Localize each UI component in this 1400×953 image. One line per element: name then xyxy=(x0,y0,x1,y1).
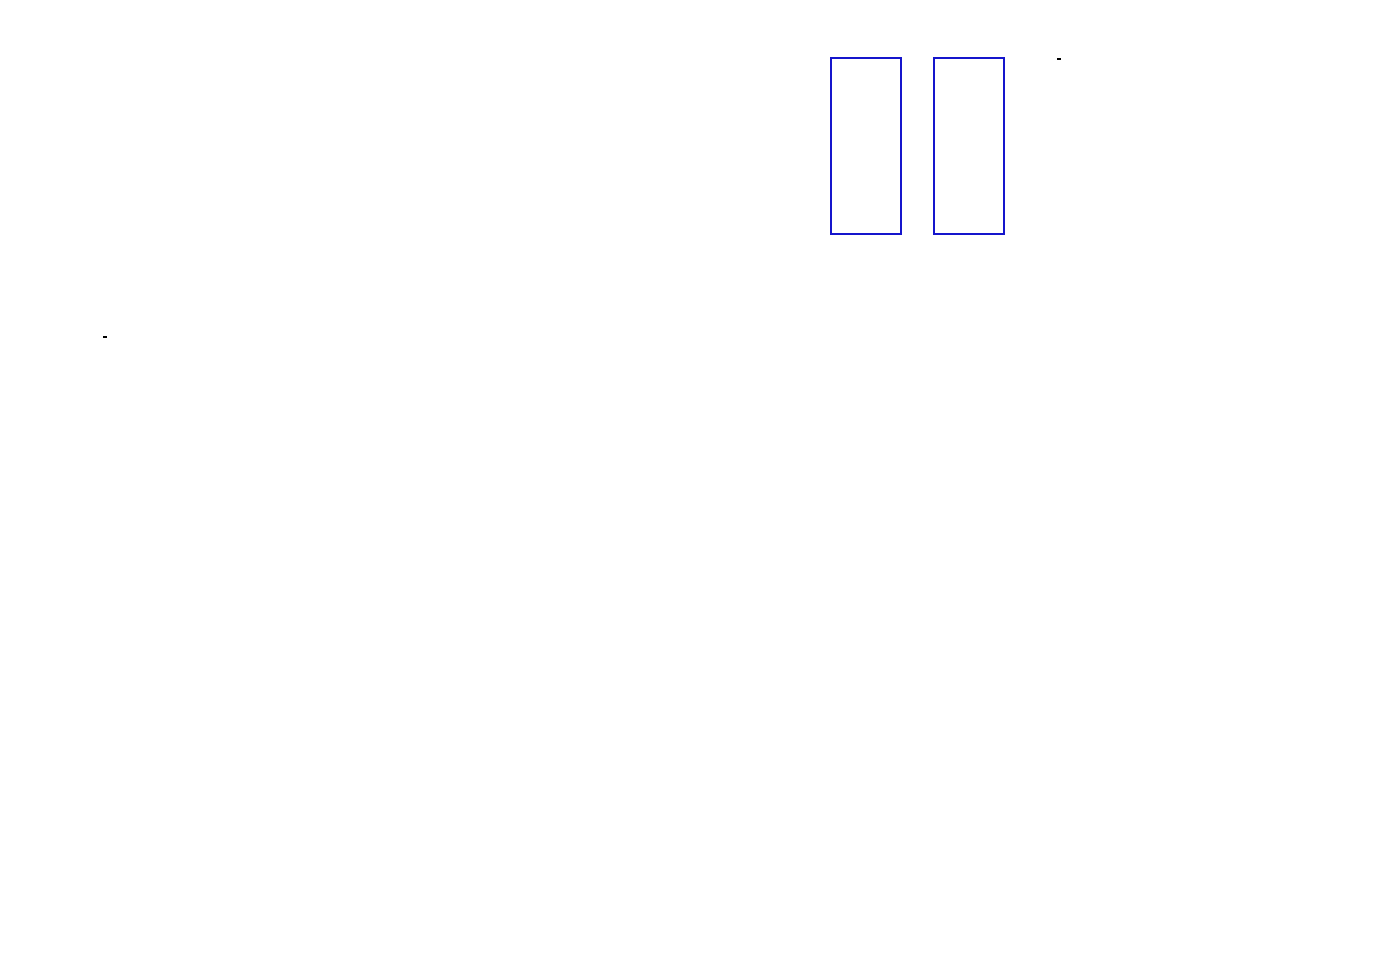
flux-unit-label xyxy=(103,336,107,338)
flux-unit-label xyxy=(1057,58,1061,60)
with-sky-frame xyxy=(830,57,902,235)
clean-image-frame xyxy=(933,57,1005,235)
elixer-report-page xyxy=(0,0,1400,953)
spectrum-line-labels-layer xyxy=(85,266,1310,344)
